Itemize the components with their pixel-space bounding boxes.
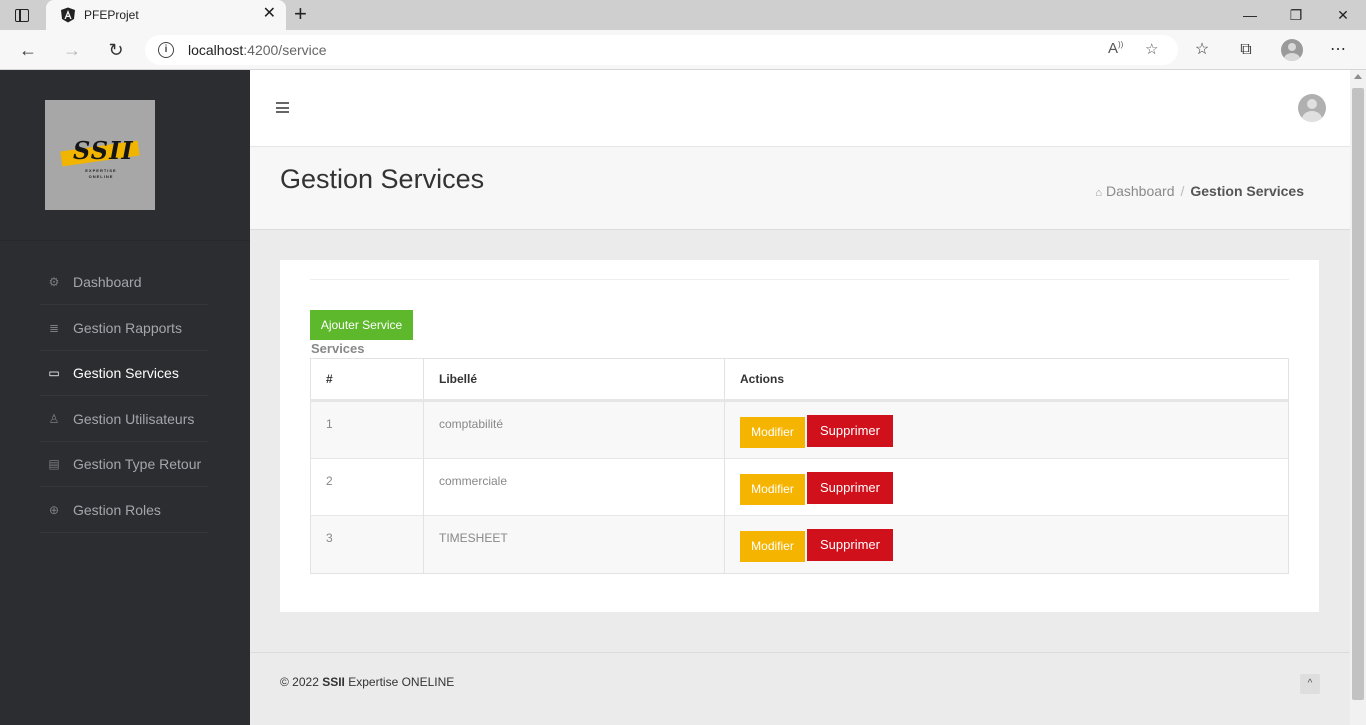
url-text: localhost:4200/service bbox=[188, 42, 327, 58]
page-header: Gestion Services ⌂ Dashboard / Gestion Serv… bbox=[250, 147, 1350, 230]
table-row: 1 comptabilité Modifier Supprimer bbox=[310, 400, 1289, 458]
tab-title: PFEProjet bbox=[84, 8, 139, 22]
cell-id: 2 bbox=[310, 457, 424, 516]
footer-brand: SSII bbox=[322, 675, 345, 689]
tab-actions-icon[interactable] bbox=[12, 6, 32, 24]
breadcrumb-home[interactable]: Dashboard bbox=[1106, 183, 1175, 199]
cell-actions: Modifier Supprimer bbox=[724, 515, 1289, 573]
sidebar-item-gestion-rapports[interactable]: ≣ Gestion Rapports bbox=[40, 306, 208, 351]
read-aloud-icon[interactable]: A)) bbox=[1108, 40, 1123, 57]
scroll-up-arrow-icon[interactable] bbox=[1354, 74, 1362, 79]
column-header-actions: Actions bbox=[724, 358, 1289, 402]
browser-tab-strip: PFEProjet ✕ + — ❐ ✕ bbox=[0, 0, 1366, 30]
breadcrumb: ⌂ Dashboard / Gestion Services bbox=[1095, 183, 1304, 199]
table-header-row: # Libellé Actions bbox=[310, 358, 1289, 402]
globe-icon: ⊕ bbox=[48, 503, 60, 517]
sidebar-item-gestion-type-retour[interactable]: ▤ Gestion Type Retour bbox=[40, 442, 208, 487]
logo-subtext: EXPERTISE ONELINE bbox=[85, 168, 117, 179]
cell-id: 1 bbox=[310, 400, 424, 458]
sidebar-item-label: Gestion Type Retour bbox=[73, 456, 202, 472]
profile-icon[interactable] bbox=[1281, 39, 1303, 61]
dashboard-icon: ⚙ bbox=[48, 275, 60, 289]
modify-button[interactable]: Modifier bbox=[740, 417, 805, 448]
sidebar-item-label: Gestion Rapports bbox=[73, 320, 182, 336]
collections-icon[interactable]: ⧉ bbox=[1235, 39, 1257, 61]
list-icon: ▤ bbox=[48, 457, 60, 471]
window-close-icon[interactable]: ✕ bbox=[1333, 6, 1353, 24]
sidebar-item-gestion-roles[interactable]: ⊕ Gestion Roles bbox=[40, 488, 208, 533]
home-icon: ⌂ bbox=[1095, 187, 1102, 199]
sidebar-item-gestion-utilisateurs[interactable]: ♙ Gestion Utilisateurs bbox=[40, 397, 208, 442]
cell-libelle: comptabilité bbox=[423, 400, 725, 458]
table-row: 3 TIMESHEET Modifier Supprimer bbox=[310, 515, 1289, 573]
scrollbar-thumb[interactable] bbox=[1352, 88, 1364, 700]
sidebar-item-label: Gestion Services bbox=[73, 365, 179, 381]
back-icon[interactable]: ← bbox=[17, 39, 39, 61]
services-table: # Libellé Actions 1 comptabilité Modifie… bbox=[310, 358, 1289, 574]
url-path: :4200/service bbox=[243, 42, 327, 58]
window-minimize-icon[interactable]: — bbox=[1240, 6, 1260, 24]
breadcrumb-separator: / bbox=[1180, 183, 1185, 199]
top-header bbox=[250, 70, 1350, 147]
browser-toolbar: ← → ↻ i localhost:4200/service A)) ☆ ☆ ⧉… bbox=[0, 30, 1366, 70]
avatar[interactable] bbox=[1298, 94, 1326, 122]
sidebar-item-dashboard[interactable]: ⚙ Dashboard bbox=[40, 260, 208, 305]
logo-text: SSII bbox=[73, 136, 134, 165]
services-card: Ajouter Service Services # Libellé Actio… bbox=[280, 260, 1319, 612]
cell-id: 3 bbox=[310, 515, 424, 573]
cell-actions: Modifier Supprimer bbox=[724, 457, 1289, 516]
new-tab-icon[interactable]: + bbox=[294, 3, 307, 25]
menu-toggle-icon[interactable] bbox=[276, 102, 289, 113]
add-favorite-icon[interactable]: ☆ bbox=[1145, 40, 1158, 58]
sidebar: SSII EXPERTISE ONELINE ⚙ Dashboard ≣ Ges… bbox=[0, 70, 250, 725]
cell-libelle: TIMESHEET bbox=[423, 515, 725, 573]
monitor-icon: ▭ bbox=[48, 366, 60, 380]
footer-suffix: Expertise ONELINE bbox=[344, 675, 455, 689]
breadcrumb-current: Gestion Services bbox=[1190, 183, 1304, 199]
page-title: Gestion Services bbox=[280, 164, 485, 194]
forward-icon[interactable]: → bbox=[61, 39, 83, 61]
sidebar-item-gestion-services[interactable]: ▭ Gestion Services bbox=[40, 351, 208, 396]
user-icon: ♙ bbox=[48, 412, 60, 426]
footer: © 2022 SSII Expertise ONELINE ^ bbox=[250, 652, 1350, 725]
database-icon: ≣ bbox=[48, 321, 60, 335]
modify-button[interactable]: Modifier bbox=[740, 531, 805, 562]
delete-button[interactable]: Supprimer bbox=[807, 471, 893, 504]
cell-libelle: commerciale bbox=[423, 457, 725, 516]
add-service-button[interactable]: Ajouter Service bbox=[310, 310, 413, 340]
refresh-icon[interactable]: ↻ bbox=[105, 39, 127, 61]
page-scrollbar[interactable] bbox=[1350, 70, 1366, 725]
cell-actions: Modifier Supprimer bbox=[724, 400, 1289, 458]
table-row: 2 commerciale Modifier Supprimer bbox=[310, 457, 1289, 516]
more-options-icon[interactable]: ⋯ bbox=[1327, 39, 1349, 61]
sidebar-item-label: Dashboard bbox=[73, 274, 142, 290]
url-host: localhost bbox=[188, 42, 244, 58]
footer-prefix: © 2022 bbox=[280, 675, 323, 689]
column-header-id: # bbox=[310, 358, 424, 402]
scroll-top-button[interactable]: ^ bbox=[1300, 674, 1320, 694]
browser-tab[interactable]: PFEProjet ✕ bbox=[46, 0, 286, 30]
sidebar-divider bbox=[0, 240, 250, 241]
ssii-logo[interactable]: SSII EXPERTISE ONELINE bbox=[45, 100, 155, 210]
card-divider bbox=[310, 279, 1289, 280]
delete-button[interactable]: Supprimer bbox=[807, 415, 893, 447]
angular-logo-icon bbox=[61, 7, 75, 23]
sidebar-item-label: Gestion Roles bbox=[73, 502, 161, 518]
window-restore-icon[interactable]: ❐ bbox=[1286, 6, 1306, 24]
footer-copyright: © 2022 SSII Expertise ONELINE bbox=[280, 675, 454, 689]
favorites-icon[interactable]: ☆ bbox=[1191, 39, 1213, 61]
tab-close-icon[interactable]: ✕ bbox=[263, 5, 276, 23]
address-bar[interactable]: i localhost:4200/service A)) ☆ bbox=[145, 35, 1178, 65]
table-caption: Services bbox=[311, 341, 365, 356]
modify-button[interactable]: Modifier bbox=[740, 473, 805, 505]
site-info-icon[interactable]: i bbox=[158, 42, 174, 58]
delete-button[interactable]: Supprimer bbox=[807, 529, 893, 561]
sidebar-item-label: Gestion Utilisateurs bbox=[73, 411, 195, 427]
column-header-libelle: Libellé bbox=[423, 358, 725, 402]
